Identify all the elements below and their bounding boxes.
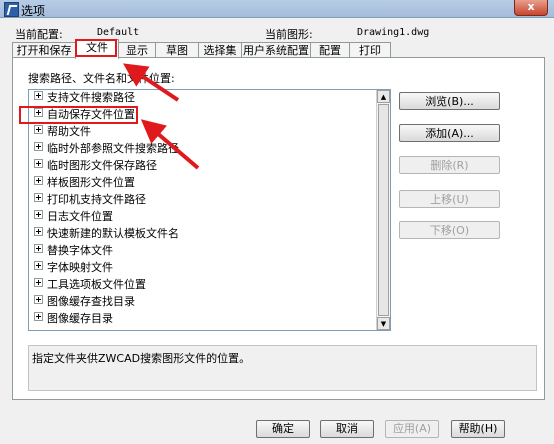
expand-icon[interactable] — [34, 295, 43, 304]
add-button[interactable]: 添加(A)... — [399, 124, 500, 142]
expand-icon[interactable] — [34, 227, 43, 236]
tab-plot[interactable]: 打印 — [349, 42, 391, 58]
expand-icon[interactable] — [34, 312, 43, 321]
tree-item[interactable]: 图像缓存查找目录 — [34, 294, 135, 310]
tab-drafting[interactable]: 草图 — [155, 42, 199, 58]
cancel-button[interactable]: 取消 — [320, 420, 374, 438]
browse-button[interactable]: 浏览(B)... — [399, 92, 500, 110]
delete-button[interactable]: 删除(R) — [399, 156, 500, 174]
expand-icon[interactable] — [34, 278, 43, 287]
apply-button[interactable]: 应用(A) — [385, 420, 439, 438]
expand-icon[interactable] — [34, 91, 43, 100]
current-drawing-value: Drawing1.dwg — [357, 27, 430, 38]
tree-item[interactable]: 临时外部参照文件搜索路径 — [34, 141, 179, 157]
tree-item[interactable]: 工具选项板文件位置 — [34, 277, 146, 293]
tree-item[interactable]: 日志文件位置 — [34, 209, 113, 225]
help-button[interactable]: 帮助(H) — [451, 420, 505, 438]
scroll-down-arrow-icon[interactable]: ▼ — [377, 317, 390, 330]
expand-icon[interactable] — [34, 142, 43, 151]
current-drawing-label: 当前图形: — [265, 28, 313, 41]
tree-item[interactable]: 字体映射文件 — [34, 260, 113, 276]
expand-icon[interactable] — [34, 244, 43, 253]
move-up-button[interactable]: 上移(U) — [399, 190, 500, 208]
window-title: 选项 — [21, 4, 46, 18]
current-config-label: 当前配置: — [15, 28, 63, 41]
file-tree[interactable]: 支持文件搜索路径 自动保存文件位置 帮助文件 临时外部参照文件搜索路径 临时图形… — [28, 89, 391, 331]
title-bar: 选项 x — [0, 0, 554, 18]
tree-scrollbar[interactable]: ▲ ▼ — [376, 90, 390, 330]
tab-selection[interactable]: 选择集 — [198, 42, 242, 58]
scroll-thumb[interactable] — [378, 104, 389, 316]
annotation-box-tab — [75, 39, 117, 57]
app-icon — [4, 2, 19, 17]
tree-item[interactable]: 帮助文件 — [34, 124, 91, 140]
move-down-button[interactable]: 下移(O) — [399, 221, 500, 239]
tree-item[interactable]: 打印机支持文件路径 — [34, 192, 146, 208]
section-label: 搜索路径、文件名和文件位置: — [28, 72, 175, 85]
tree-item[interactable]: 替换字体文件 — [34, 243, 113, 259]
tab-profiles[interactable]: 配置 — [310, 42, 350, 58]
expand-icon[interactable] — [34, 193, 43, 202]
tab-user-preferences[interactable]: 用户系统配置 — [241, 42, 311, 58]
expand-icon[interactable] — [34, 210, 43, 219]
annotation-box-autosave — [19, 106, 138, 124]
tree-item[interactable]: 临时图形文件保存路径 — [34, 158, 157, 174]
description-box: 指定文件夹供ZWCAD搜索图形文件的位置。 — [28, 345, 537, 391]
expand-icon[interactable] — [34, 261, 43, 270]
tab-open-save[interactable]: 打开和保存 — [12, 42, 76, 58]
description-text: 指定文件夹供ZWCAD搜索图形文件的位置。 — [32, 352, 251, 365]
tree-item[interactable]: 支持文件搜索路径 — [34, 90, 135, 106]
tree-item[interactable]: 样板图形文件位置 — [34, 175, 135, 191]
ok-button[interactable]: 确定 — [256, 420, 310, 438]
scroll-up-arrow-icon[interactable]: ▲ — [377, 90, 390, 103]
close-button[interactable]: x — [514, 0, 548, 16]
tree-item[interactable]: 快速新建的默认模板文件名 — [34, 226, 179, 242]
tab-display[interactable]: 显示 — [118, 42, 156, 58]
expand-icon[interactable] — [34, 125, 43, 134]
expand-icon[interactable] — [34, 176, 43, 185]
expand-icon[interactable] — [34, 159, 43, 168]
tree-item[interactable]: 图像缓存目录 — [34, 311, 113, 327]
